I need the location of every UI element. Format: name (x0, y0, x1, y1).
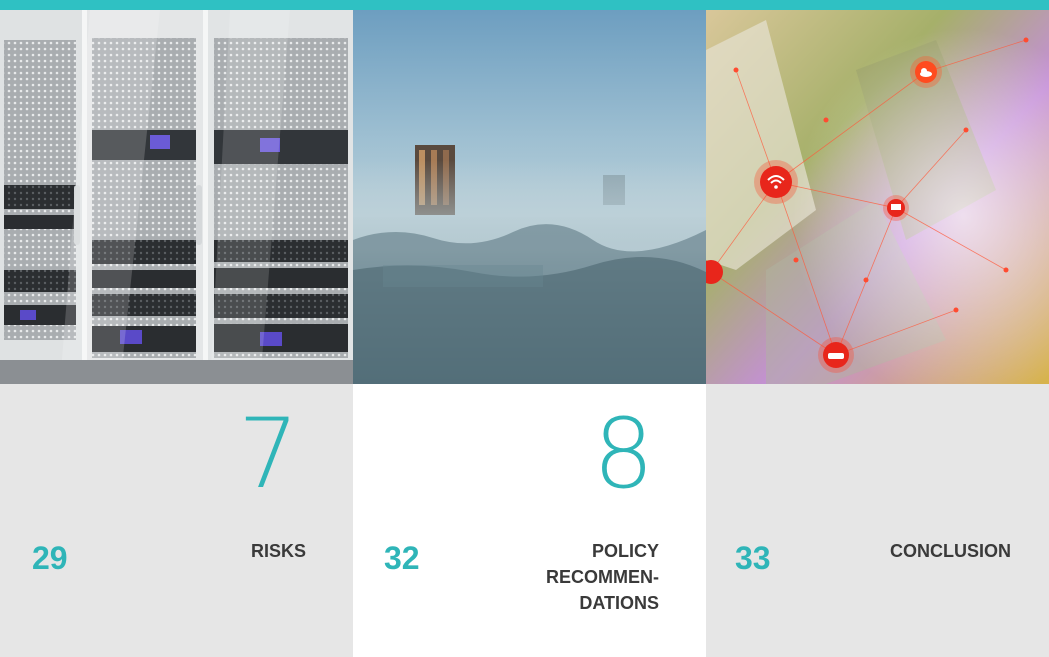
section-panel: 8 32 POLICY RECOMMEN- DATIONS (353, 384, 706, 657)
wifi-icon (754, 160, 798, 204)
section-panel: 33 CONCLUSION (706, 384, 1049, 657)
section-card-conclusion[interactable]: 33 CONCLUSION (706, 10, 1049, 657)
section-title: POLICY RECOMMEN- DATIONS (546, 541, 659, 613)
chapter-number: 8 (593, 398, 655, 510)
page-number: 33 (735, 540, 771, 576)
server-racks-photo (0, 10, 353, 384)
chapter-number: 7 (238, 398, 300, 510)
section-card-risks[interactable]: 7 29 RISKS (0, 10, 353, 657)
laptop-icon (883, 195, 909, 221)
page-number: 32 (384, 540, 420, 576)
section-panel: 7 29 RISKS (0, 384, 353, 657)
car-icon (818, 337, 854, 373)
section-card-policy-recommendations[interactable]: 8 32 POLICY RECOMMEN- DATIONS (353, 10, 706, 657)
cloud-icon (910, 56, 942, 88)
foggy-city-photo (353, 10, 706, 384)
section-title: CONCLUSION (890, 541, 1011, 561)
smart-city-network-photo (706, 10, 1049, 384)
section-title: RISKS (250, 541, 306, 561)
page-number: 29 (32, 540, 68, 576)
top-accent-bar (0, 0, 1049, 10)
